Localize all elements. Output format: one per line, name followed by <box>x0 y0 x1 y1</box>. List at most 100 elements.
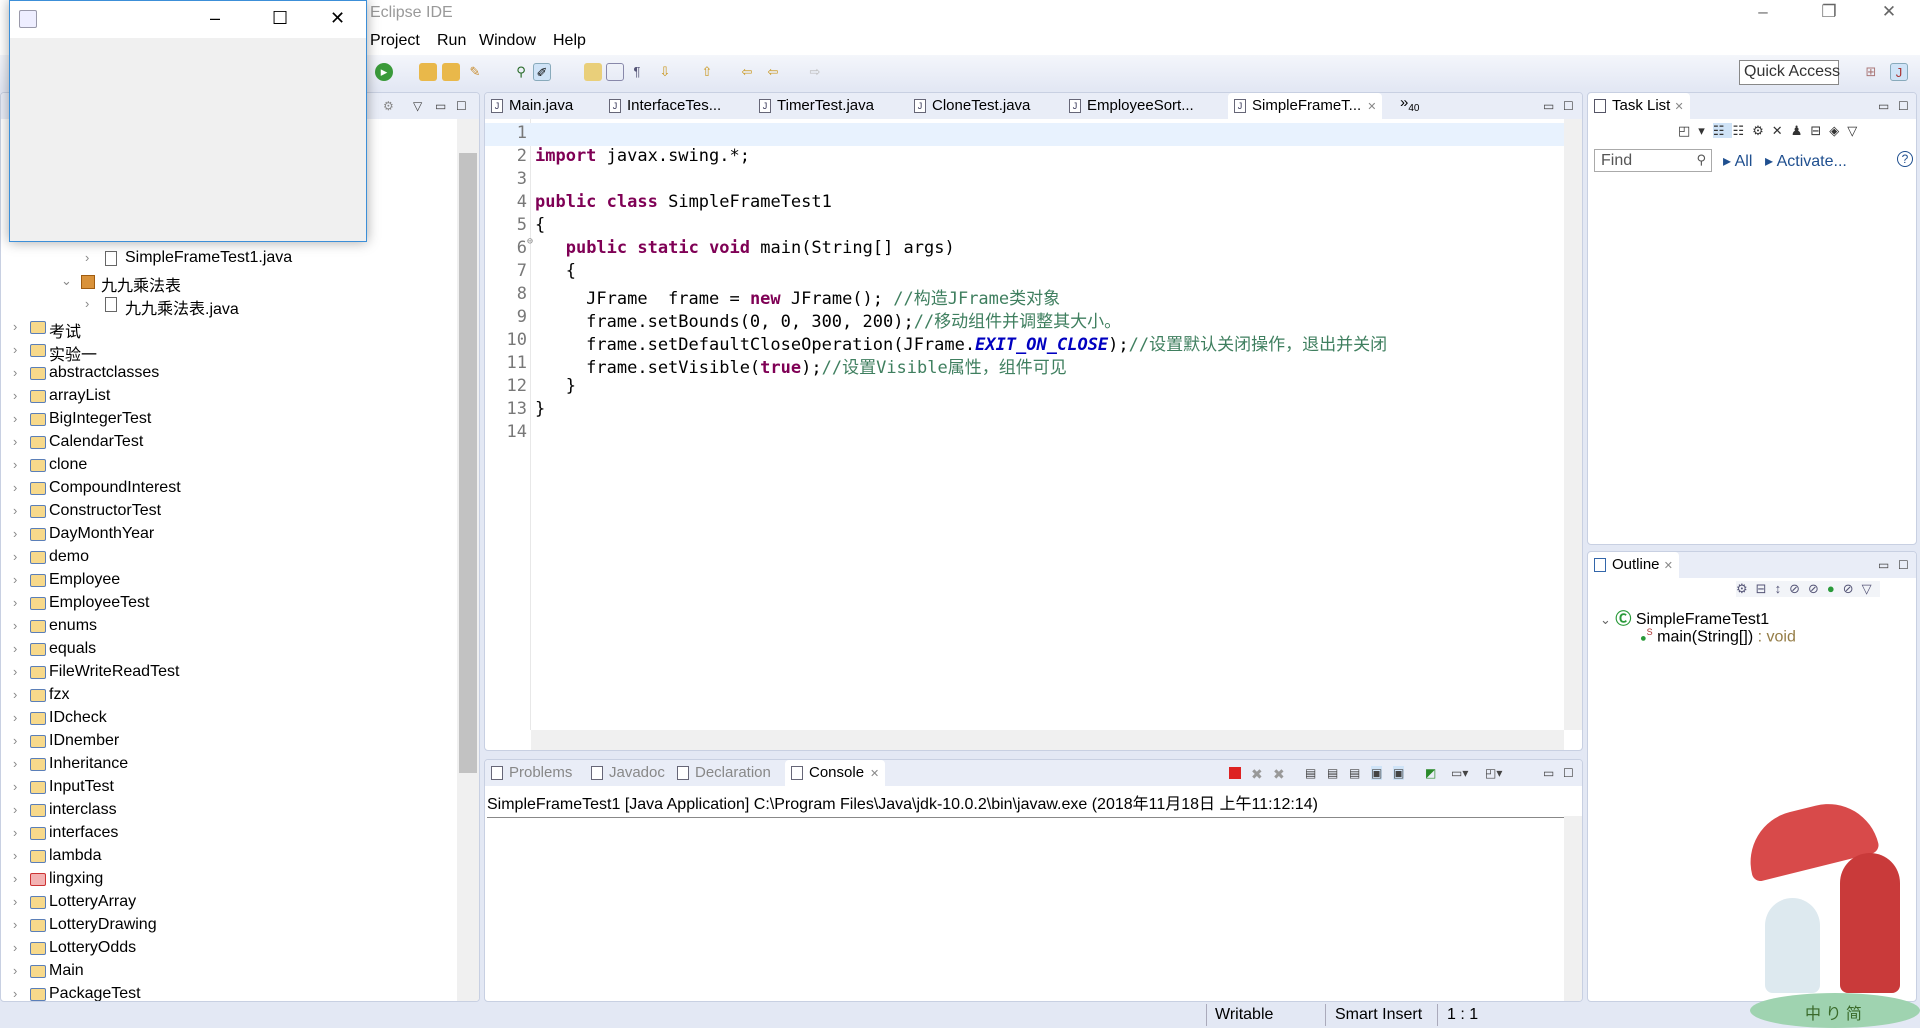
tab-simpleframet[interactable]: J SimpleFrameT... ✕ <box>1228 93 1383 119</box>
code-editor[interactable]: 1 2 import javax.swing.*; 3 4 public class Si… <box>485 119 1564 730</box>
last-edit-icon[interactable]: ⇦ <box>738 63 756 81</box>
outline-class-node[interactable]: ⌄ Ⓒ SimpleFrameTest1 <box>1600 605 1769 629</box>
swing-maximize-button[interactable]: ☐ <box>272 8 288 29</box>
new-task-icon[interactable]: ◰▾ <box>1678 123 1713 138</box>
chevron-right-icon[interactable]: › <box>13 411 17 426</box>
chevron-right-icon[interactable]: › <box>13 848 17 863</box>
tab-main-java[interactable]: J Main.java <box>485 93 579 119</box>
chevron-right-icon[interactable]: › <box>13 733 17 748</box>
code-line[interactable]: 14 <box>485 422 1564 445</box>
forward-icon[interactable]: ⇨ <box>806 63 824 81</box>
chevron-right-icon[interactable]: › <box>13 963 17 978</box>
chevron-right-icon[interactable]: › <box>13 986 17 1001</box>
chevron-right-icon[interactable]: › <box>13 779 17 794</box>
back-icon[interactable]: ⇦ <box>764 63 782 81</box>
hide-completed-icon[interactable]: ✕ <box>1772 123 1791 138</box>
sort-icon[interactable]: ↕ <box>1775 581 1790 596</box>
swing-frame-titlebar[interactable]: – ☐ ✕ <box>10 1 366 38</box>
scrollbar-thumb[interactable] <box>459 153 477 773</box>
maximize-view-icon[interactable]: ☐ <box>1898 558 1909 572</box>
close-tab-icon[interactable]: ✕ <box>1675 101 1684 113</box>
chevron-right-icon[interactable]: › <box>13 526 17 541</box>
open-perspective-icon[interactable]: ⊞ <box>1862 63 1880 81</box>
menu-project[interactable]: Project <box>370 32 420 50</box>
chevron-right-icon[interactable]: › <box>13 710 17 725</box>
close-button[interactable]: ✕ <box>1866 2 1912 26</box>
focus-icon[interactable]: ⚙ <box>1736 581 1756 596</box>
editor-vertical-scrollbar[interactable] <box>1564 119 1582 730</box>
hide-nonpublic-icon[interactable]: ● <box>1827 581 1843 596</box>
show-on-stdout-icon[interactable]: ▣ <box>1371 766 1383 780</box>
chevron-right-icon[interactable]: › <box>13 756 17 771</box>
tab-clonetest-java[interactable]: J CloneTest.java <box>908 93 1036 119</box>
scroll-lock-icon[interactable]: ▤ <box>1327 766 1338 780</box>
terminate-icon[interactable] <box>1229 767 1241 779</box>
chevron-right-icon[interactable]: › <box>13 595 17 610</box>
chevron-right-icon[interactable]: › <box>13 572 17 587</box>
annotation-icon[interactable] <box>584 63 602 81</box>
prev-annotation-icon[interactable]: ⇧ <box>698 63 716 81</box>
sync-icon[interactable]: ◈ <box>1829 123 1847 138</box>
minimize-button[interactable]: – <box>1740 2 1786 26</box>
tab-employeesort[interactable]: J EmployeeSort... <box>1063 93 1200 119</box>
tab-console[interactable]: Console ✕ <box>785 760 886 786</box>
chevron-right-icon[interactable]: › <box>13 342 17 357</box>
outline-method-node[interactable]: ●S main(String[]) : void <box>1640 627 1796 646</box>
display-console-icon[interactable]: ▭▾ <box>1451 766 1468 780</box>
scheduled-icon[interactable]: ☷ <box>1732 123 1752 138</box>
console-scrollbar[interactable] <box>1564 816 1582 1001</box>
code-line[interactable]: 9 frame.setBounds(0, 0, 300, 200);//移动组件… <box>485 307 1564 332</box>
view-menu-icon[interactable]: ▽ <box>413 99 422 113</box>
quick-access-input[interactable]: Quick Access <box>1739 60 1840 85</box>
tab-declaration[interactable]: Declaration <box>671 760 777 786</box>
chevron-right-icon[interactable]: › <box>13 388 17 403</box>
collapse-all-icon[interactable]: ⊟ <box>1756 581 1775 596</box>
block-selection-icon[interactable] <box>606 63 624 81</box>
chevron-down-icon[interactable]: ⌄ <box>61 273 72 289</box>
tab-interfacetes[interactable]: J InterfaceTes... <box>603 93 727 119</box>
menu-run[interactable]: Run <box>437 32 466 50</box>
chevron-right-icon[interactable]: › <box>85 296 89 311</box>
chevron-right-icon[interactable]: › <box>13 825 17 840</box>
maximize-view-icon[interactable]: ☐ <box>1563 99 1574 113</box>
chevron-right-icon[interactable]: › <box>13 434 17 449</box>
show-on-stderr-icon[interactable]: ▣ <box>1393 766 1405 780</box>
run-icon[interactable]: ▸ <box>375 63 393 81</box>
chevron-right-icon[interactable]: › <box>13 549 17 564</box>
close-tab-icon[interactable]: ✕ <box>870 768 879 780</box>
all-link[interactable]: ▸ All <box>1723 151 1752 171</box>
chevron-right-icon[interactable]: › <box>13 664 17 679</box>
minimize-view-icon[interactable]: ▭ <box>1543 99 1554 113</box>
chevron-right-icon[interactable]: › <box>13 641 17 656</box>
filter-icon[interactable]: ♟ <box>1791 123 1811 138</box>
hide-fields-icon[interactable]: ⊘ <box>1789 581 1808 596</box>
chevron-right-icon[interactable]: › <box>13 894 17 909</box>
close-tab-icon[interactable]: ✕ <box>1367 101 1376 113</box>
clear-console-icon[interactable]: ▤ <box>1305 766 1316 780</box>
focus-icon[interactable]: ⚙ <box>383 99 394 113</box>
remove-all-icon[interactable]: ✖ <box>1273 766 1285 783</box>
collapse-all-icon[interactable]: ⊟ <box>1810 123 1829 138</box>
open-folder-icon[interactable] <box>442 63 460 81</box>
swing-frame-window[interactable]: – ☐ ✕ <box>9 0 367 242</box>
chevron-right-icon[interactable]: › <box>85 250 89 265</box>
chevron-right-icon[interactable]: › <box>13 457 17 472</box>
tab-problems[interactable]: Problems <box>485 760 578 786</box>
help-icon[interactable]: ? <box>1897 151 1913 167</box>
pen-icon[interactable]: ✎ <box>466 63 484 81</box>
code-line[interactable]: 2 import javax.swing.*; <box>485 146 1564 169</box>
chevron-right-icon[interactable]: › <box>13 917 17 932</box>
fold-icon[interactable]: ⊖ <box>527 236 533 247</box>
minimize-view-icon[interactable]: ▭ <box>435 99 446 113</box>
editor-horizontal-scrollbar[interactable] <box>531 730 1564 750</box>
maximize-view-icon[interactable]: ☐ <box>1563 766 1574 780</box>
tab-timertest-java[interactable]: J TimerTest.java <box>753 93 880 119</box>
code-line[interactable]: 1 <box>485 123 1564 146</box>
view-menu-icon[interactable]: ▽ <box>1862 581 1880 596</box>
minimize-view-icon[interactable]: ▭ <box>1878 99 1889 113</box>
minimize-view-icon[interactable]: ▭ <box>1543 766 1554 780</box>
focus-icon[interactable]: ⚙ <box>1752 123 1772 138</box>
activate-link[interactable]: ▸ Activate... <box>1765 151 1847 171</box>
chevron-right-icon[interactable]: › <box>13 480 17 495</box>
menu-help[interactable]: Help <box>553 32 586 50</box>
